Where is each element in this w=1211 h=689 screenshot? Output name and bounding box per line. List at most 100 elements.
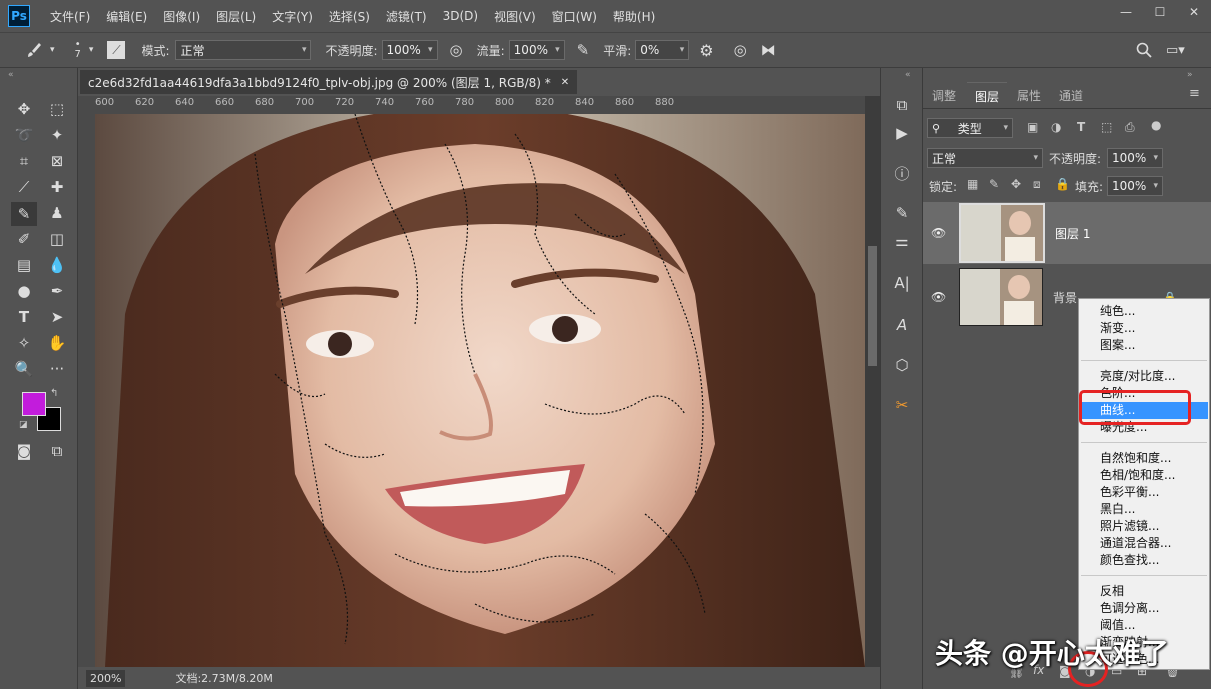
tab-channels[interactable]: 通道 (1051, 82, 1091, 108)
close-button[interactable]: ✕ (1177, 0, 1211, 24)
pen-tool-icon[interactable]: ✒ (46, 280, 68, 302)
character-panel-icon[interactable]: A| (891, 272, 913, 294)
history-panel-icon[interactable]: ⧉ (891, 94, 913, 116)
collapse-icon[interactable]: « (8, 70, 14, 80)
gear-icon[interactable]: ⚙ (699, 41, 713, 60)
menu-layer[interactable]: 图层(L) (208, 8, 264, 25)
eyedropper-icon[interactable]: ⟋ (13, 176, 35, 198)
fill-field[interactable]: 100% ▾ (1107, 176, 1163, 196)
menu-item-gradient[interactable]: 渐变... (1079, 320, 1209, 337)
panel-menu-icon[interactable]: ≡ (1189, 86, 1200, 101)
menu-type[interactable]: 文字(Y) (264, 8, 321, 25)
tab-adjustments[interactable]: 调整 (923, 82, 965, 108)
3d-panel-icon[interactable]: ⬡ (891, 354, 913, 376)
eye-icon[interactable]: 👁 (931, 226, 949, 240)
healing-brush-icon[interactable]: ✚ (46, 176, 68, 198)
chevron-down-icon[interactable]: ▾ (50, 45, 55, 55)
mode-dropdown[interactable]: 正常 ▾ (175, 40, 312, 60)
frame-tool-icon[interactable]: ⊠ (46, 150, 68, 172)
brush-tool-icon[interactable]: ✎ (11, 202, 37, 226)
paragraph-panel-icon[interactable]: A (891, 314, 913, 336)
menu-item-channel-mixer[interactable]: 通道混合器... (1079, 535, 1209, 552)
zoom-level[interactable]: 200% (86, 669, 126, 687)
foreground-color-swatch[interactable] (22, 392, 46, 416)
move-tool-icon[interactable]: ✥ (13, 98, 35, 120)
blend-mode-dropdown[interactable]: 正常 ▾ (927, 148, 1043, 168)
smooth-field[interactable]: 0% ▾ (635, 40, 690, 60)
layer-name[interactable]: 背景 (1053, 289, 1077, 306)
menu-item-solid-color[interactable]: 纯色... (1079, 303, 1209, 320)
menu-filter[interactable]: 滤镜(T) (378, 8, 435, 25)
lock-artboard-icon[interactable]: ⧈ (1033, 177, 1041, 192)
close-icon[interactable]: ✕ (561, 77, 569, 88)
menu-item-pattern[interactable]: 图案... (1079, 337, 1209, 354)
menu-window[interactable]: 窗口(W) (544, 8, 605, 25)
hand-tool-icon[interactable]: ✋ (46, 332, 68, 354)
filter-pixel-icon[interactable]: ▣ (1027, 120, 1038, 134)
menu-3d[interactable]: 3D(D) (435, 9, 486, 23)
image-canvas[interactable] (95, 114, 865, 667)
filter-type-icon[interactable]: T (1077, 120, 1085, 134)
menu-item-posterize[interactable]: 色调分离... (1079, 600, 1209, 617)
pressure-size-icon[interactable]: ◎ (734, 41, 747, 59)
swap-colors-icon[interactable]: ↰ (50, 388, 58, 399)
screen-mode-icon[interactable]: ⧉ (46, 440, 68, 462)
gradient-tool-icon[interactable]: ▤ (13, 254, 35, 276)
menu-image[interactable]: 图像(I) (155, 8, 208, 25)
path-select-icon[interactable]: ➤ (46, 306, 68, 328)
brush-size-picker[interactable]: • 7 (75, 40, 81, 60)
opacity-field[interactable]: 100% ▾ (381, 40, 438, 60)
lasso-tool-icon[interactable]: ➰ (13, 124, 35, 146)
menu-select[interactable]: 选择(S) (321, 8, 378, 25)
maximize-button[interactable]: ☐ (1143, 0, 1177, 24)
tab-layers[interactable]: 图层 (967, 82, 1007, 109)
airbrush-icon[interactable]: ✎ (577, 41, 590, 59)
vertical-scrollbar[interactable] (865, 96, 880, 667)
brush-settings-icon[interactable]: ✎ (891, 202, 913, 224)
menu-view[interactable]: 视图(V) (486, 8, 544, 25)
default-colors-icon[interactable]: ◪ (19, 420, 28, 430)
layer-opacity-field[interactable]: 100% ▾ (1107, 148, 1163, 168)
magic-wand-icon[interactable]: ✦ (46, 124, 68, 146)
collapse-icon[interactable]: « (905, 70, 911, 80)
filter-type-dropdown[interactable]: ⚲ 类型 ▾ (927, 118, 1013, 138)
menu-item-brightness-contrast[interactable]: 亮度/对比度... (1079, 368, 1209, 385)
blur-tool-icon[interactable]: 💧 (46, 254, 68, 276)
menu-item-black-white[interactable]: 黑白... (1079, 501, 1209, 518)
menu-file[interactable]: 文件(F) (42, 8, 98, 25)
lock-pixels-icon[interactable]: ▦ (967, 177, 978, 191)
type-tool-icon[interactable]: T (13, 306, 35, 328)
tab-properties[interactable]: 属性 (1009, 82, 1049, 108)
play-actions-icon[interactable]: ▶ (891, 122, 913, 144)
menu-item-photo-filter[interactable]: 照片滤镜... (1079, 518, 1209, 535)
brush-tool-icon[interactable] (22, 41, 46, 59)
document-tab[interactable]: c2e6d32fd1aa44619dfa3a1bbd9124f0_tplv-ob… (80, 70, 578, 94)
menu-help[interactable]: 帮助(H) (605, 8, 663, 25)
history-brush-icon[interactable]: ✐ (13, 228, 35, 250)
quick-mask-icon[interactable]: ◙ (13, 440, 35, 462)
menu-item-vibrance[interactable]: 自然饱和度... (1079, 450, 1209, 467)
more-tools-icon[interactable]: ··· (46, 358, 68, 380)
zoom-tool-icon[interactable]: 🔍 (13, 358, 35, 380)
filter-shape-icon[interactable]: ⬚ (1101, 120, 1112, 134)
lock-position-icon[interactable]: ✥ (1011, 177, 1021, 191)
pressure-opacity-icon[interactable]: ◎ (450, 41, 463, 59)
custom-tool-icon[interactable]: ✂ (891, 394, 913, 416)
collapse-icon[interactable]: » (1187, 70, 1193, 80)
flow-field[interactable]: 100% ▾ (508, 40, 565, 60)
workspace-icon[interactable]: ▭▾ (1166, 43, 1185, 58)
scrollbar-thumb[interactable] (868, 246, 877, 366)
crop-tool-icon[interactable]: ⌗ (13, 150, 35, 172)
info-panel-icon[interactable]: ⓘ (891, 162, 913, 184)
eraser-icon[interactable]: ◫ (46, 228, 68, 250)
marquee-tool-icon[interactable]: ⬚ (46, 98, 68, 120)
tool-presets-icon[interactable]: ⚌ (891, 230, 913, 252)
filter-adjustment-icon[interactable]: ◑ (1051, 120, 1061, 134)
chevron-down-icon[interactable]: ▾ (89, 45, 94, 55)
lock-all-icon[interactable]: 🔒 (1055, 177, 1070, 191)
brush-panel-icon[interactable]: ⟋ (107, 41, 126, 59)
shape-tool-icon[interactable]: ✧ (13, 332, 35, 354)
lock-paint-icon[interactable]: ✎ (989, 177, 999, 191)
layer-name[interactable]: 图层 1 (1055, 225, 1090, 242)
filter-toggle-icon[interactable]: ● (1151, 118, 1161, 132)
